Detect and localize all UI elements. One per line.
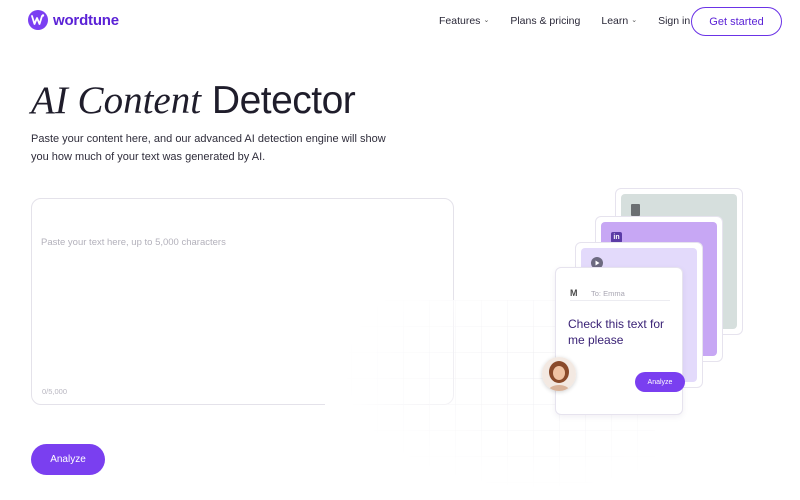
email-card: M To: Emma Check this text for me please… [555,267,685,415]
nav-item-label: Plans & pricing [510,15,581,27]
character-count: 0/5,000 [42,387,68,396]
email-body-text: Check this text for me please [568,317,665,347]
document-icon [631,204,640,216]
nav-item-learn[interactable]: Learn ⌄ [601,15,637,27]
get-started-button[interactable]: Get started [691,7,782,36]
gmail-icon: M [570,288,578,298]
wordtune-logo[interactable]: wordtune [28,10,119,30]
page-title-bold: Detector [211,79,356,122]
email-recipient: To: Emma [591,289,625,298]
chevron-down-icon: ⌄ [483,17,490,24]
nav-item-label: Sign in [658,15,691,27]
analyze-button[interactable]: Analyze [31,444,105,475]
nav-item-features[interactable]: Features ⌄ [439,15,489,27]
email-recipient-row: M To: Emma [570,287,670,301]
avatar [542,357,576,391]
nav-item-label: Features [439,15,481,27]
page-title: AI Content Detector [31,79,356,123]
nav-item-plans-pricing[interactable]: Plans & pricing [510,15,580,27]
wordtune-logo-icon [28,10,48,30]
chevron-down-icon: ⌄ [631,17,638,24]
page-title-italic: AI Content [31,79,202,122]
site-header: wordtune Features ⌄ Plans & pricing Lear… [0,0,800,44]
page-subtitle: Paste your content here, and our advance… [31,133,386,163]
illustration-analyze-button: Analyze [635,372,685,392]
nav-item-label: Learn [601,15,629,27]
nav-item-sign-in[interactable]: Sign in [658,15,690,27]
wordtune-logo-text: wordtune [53,11,119,29]
main-nav: Features ⌄ Plans & pricing Learn ⌄ Sign … [439,15,711,27]
